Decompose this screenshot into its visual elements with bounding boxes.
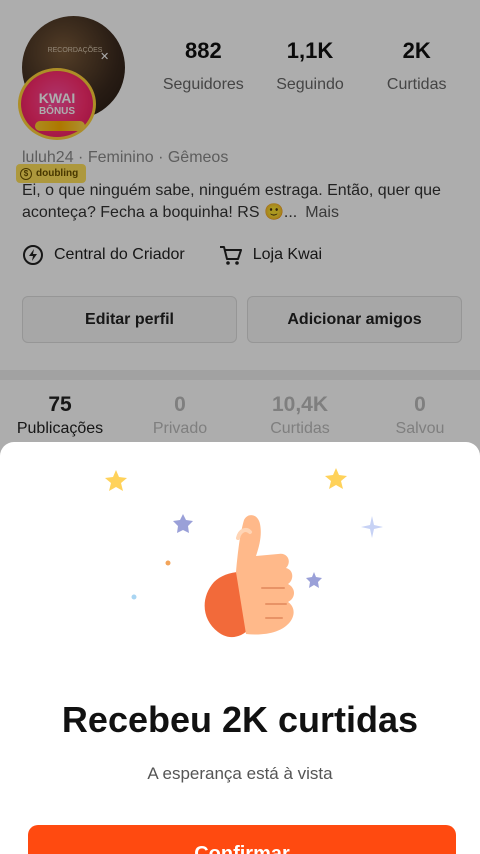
sheet-title: Recebeu 2K curtidas <box>61 699 419 740</box>
sheet-subtitle: A esperança está à vista <box>147 764 333 783</box>
thumbs-up-icon <box>105 468 383 638</box>
confirm-button[interactable]: Confirmar <box>28 825 456 854</box>
achievement-sheet: Recebeu 2K curtidas A esperança está à v… <box>0 442 480 854</box>
